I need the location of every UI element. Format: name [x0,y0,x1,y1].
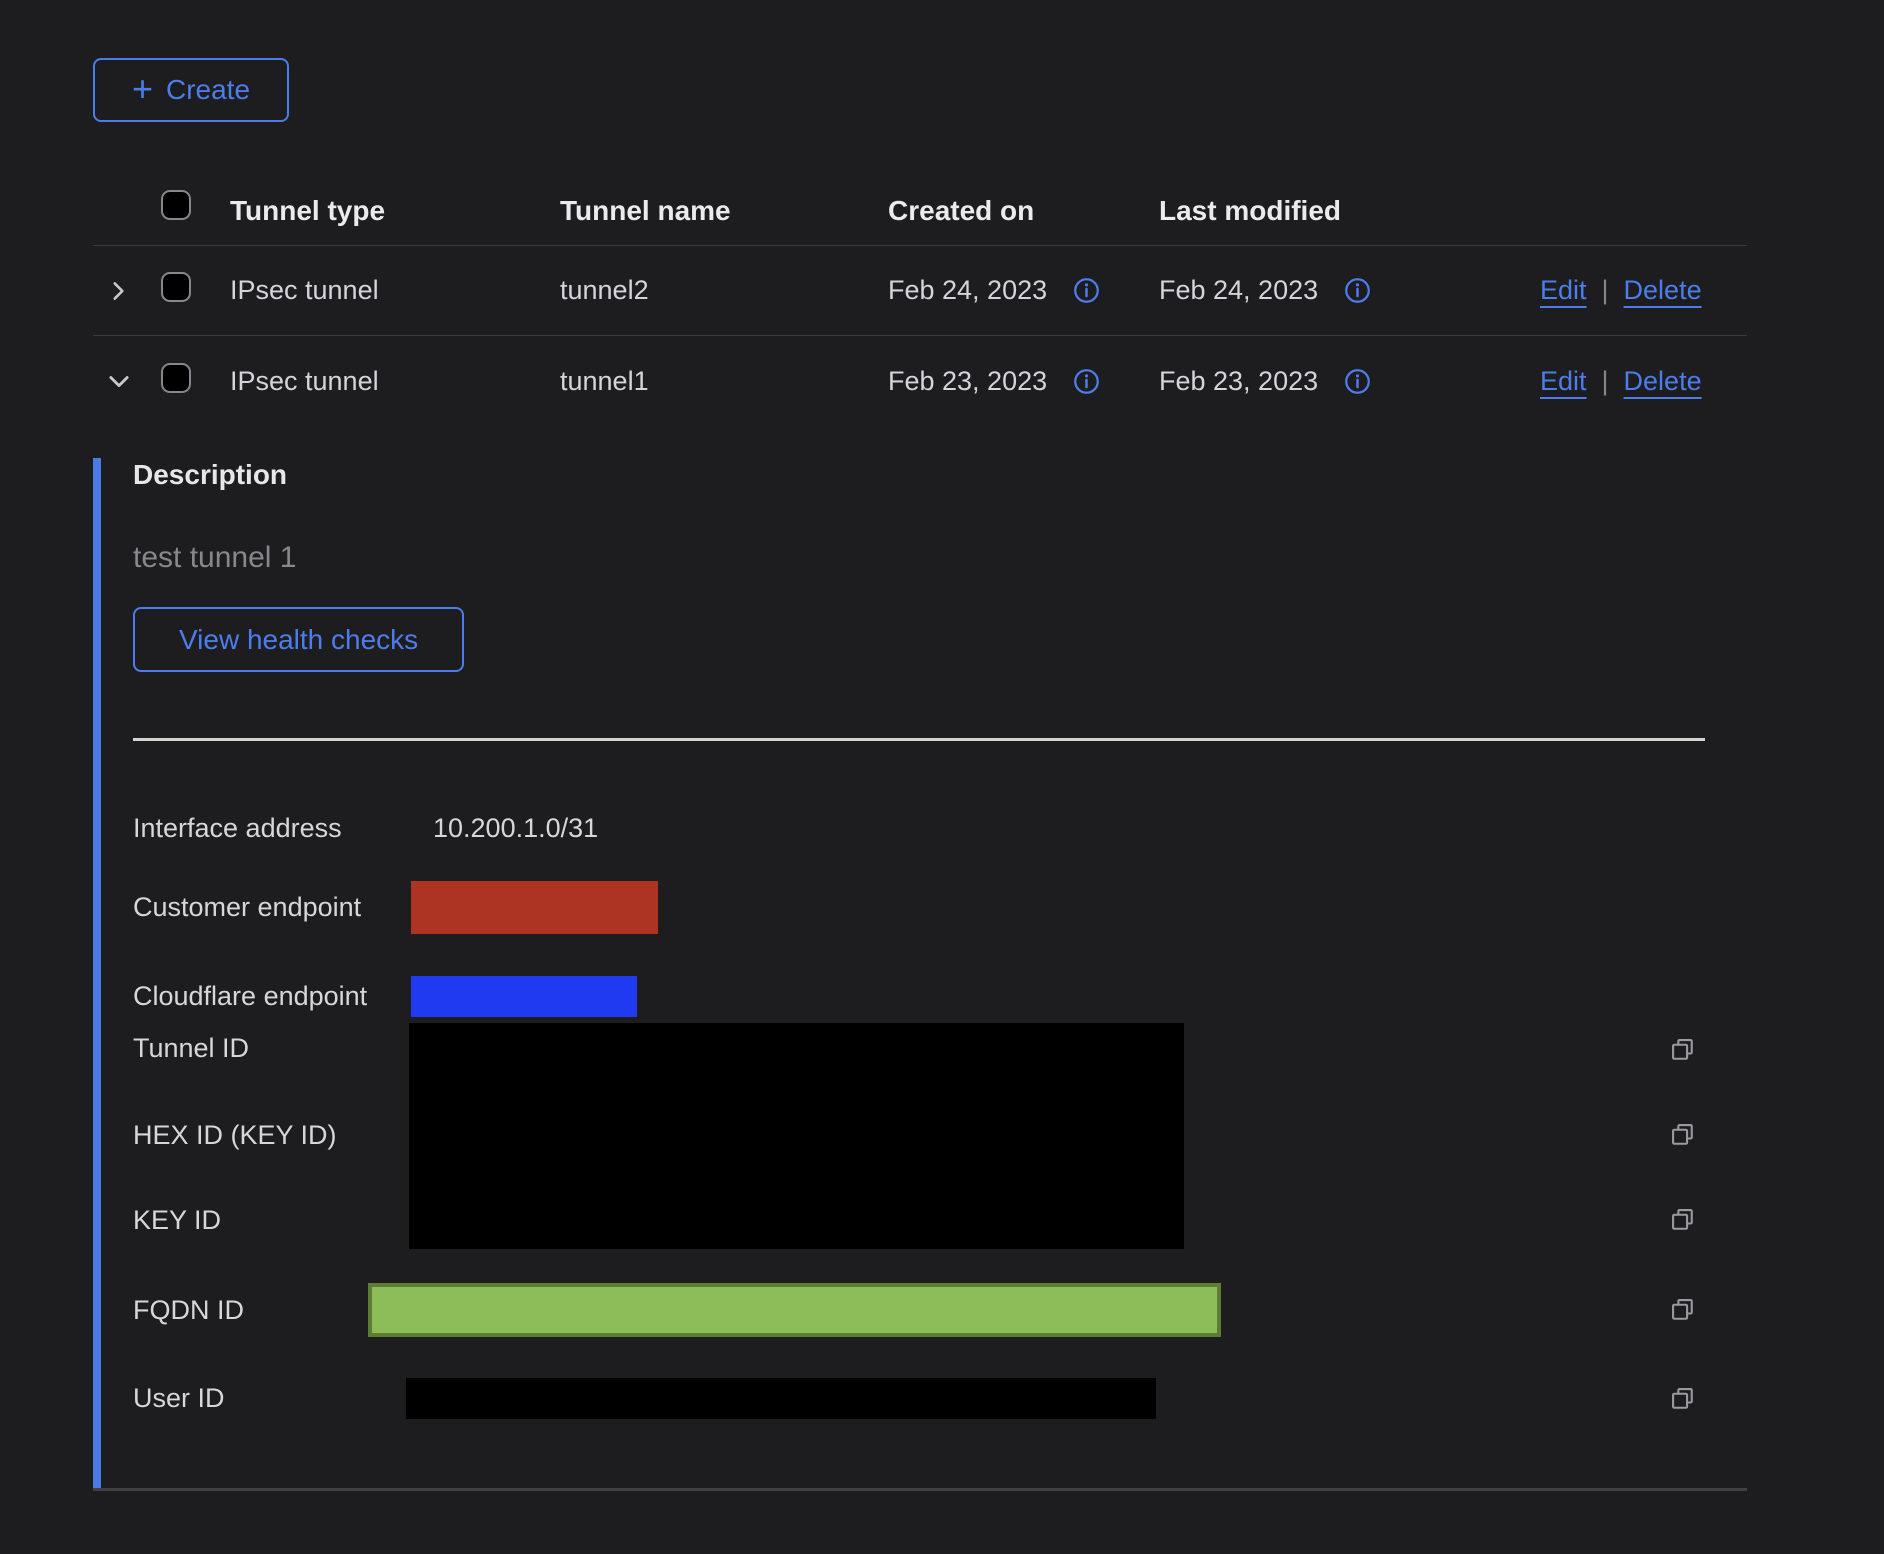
id-values-redaction [409,1023,1184,1249]
description-value: test tunnel 1 [133,540,1747,576]
select-all-checkbox[interactable] [161,190,191,220]
cell-tunnel-name: tunnel1 [560,366,888,397]
actions-separator: | [1602,275,1609,306]
create-button[interactable]: + Create [93,58,289,122]
customer-endpoint-redaction [411,881,658,934]
customer-endpoint-label: Customer endpoint [133,892,411,923]
user-id-redaction [406,1378,1156,1419]
delete-link[interactable]: Delete [1624,366,1702,397]
tunnels-page: + Create Tunnel type Tunnel name Created… [93,0,1747,1491]
column-header-tunnel-name: Tunnel name [560,195,888,245]
copy-key-id-button[interactable] [1669,1206,1697,1234]
copy-user-id-button[interactable] [1669,1385,1697,1413]
table-row: IPsec tunnel tunnel1 Feb 23, 2023 Feb 23… [93,336,1747,426]
chevron-right-icon [105,278,131,304]
interface-address-value: 10.200.1.0/31 [433,813,598,844]
copy-fqdn-id-button[interactable] [1669,1296,1697,1324]
cell-tunnel-type: IPsec tunnel [230,366,560,397]
actions-separator: | [1602,366,1609,397]
fqdn-id-label: FQDN ID [133,1295,368,1326]
table-header: Tunnel type Tunnel name Created on Last … [93,122,1747,246]
edit-link[interactable]: Edit [1540,275,1587,306]
column-header-created-on: Created on [888,195,1159,245]
collapse-row-button[interactable] [105,367,133,395]
cell-tunnel-type: IPsec tunnel [230,275,560,306]
copy-icon [1669,1206,1697,1234]
interface-address-label: Interface address [133,813,433,844]
cell-tunnel-name: tunnel2 [560,275,888,306]
table-row: IPsec tunnel tunnel2 Feb 24, 2023 Feb 24… [93,246,1747,336]
field-cloudflare-endpoint: Cloudflare endpoint [133,976,1747,1017]
info-icon [1073,277,1100,304]
table-bottom-divider [93,1488,1747,1491]
hex-id-label: HEX ID (KEY ID) [133,1118,337,1152]
expand-row-button[interactable] [105,278,131,304]
copy-tunnel-id-button[interactable] [1669,1036,1697,1064]
field-customer-endpoint: Customer endpoint [133,881,1747,934]
cell-created-on: Feb 24, 2023 [888,275,1047,306]
cell-last-modified: Feb 23, 2023 [1159,366,1318,397]
created-info-button[interactable] [1073,368,1100,395]
created-info-button[interactable] [1073,277,1100,304]
cell-created-on: Feb 23, 2023 [888,366,1047,397]
info-icon [1344,368,1371,395]
description-label: Description [133,458,1747,492]
cloudflare-endpoint-redaction [411,976,637,1017]
modified-info-button[interactable] [1344,277,1371,304]
field-id-group: Tunnel ID HEX ID (KEY ID) KEY ID [133,1023,1747,1249]
row-checkbox[interactable] [161,363,191,393]
cell-last-modified: Feb 24, 2023 [1159,275,1318,306]
cloudflare-endpoint-label: Cloudflare endpoint [133,981,411,1012]
header-chevron-spacer [93,227,161,245]
copy-icon [1669,1385,1697,1413]
tunnel-id-label: Tunnel ID [133,1031,249,1065]
modified-info-button[interactable] [1344,368,1371,395]
delete-link[interactable]: Delete [1624,275,1702,306]
info-icon [1073,368,1100,395]
chevron-down-icon [105,367,133,395]
field-user-id: User ID [133,1378,1747,1419]
panel-divider [133,738,1705,741]
tunnel-detail-panel: Description test tunnel 1 View health ch… [93,458,1747,1488]
edit-link[interactable]: Edit [1540,366,1587,397]
copy-icon [1669,1036,1697,1064]
field-fqdn-id: FQDN ID [133,1283,1747,1337]
copy-icon [1669,1121,1697,1149]
create-button-label: Create [166,74,250,106]
row-checkbox[interactable] [161,272,191,302]
copy-hex-id-button[interactable] [1669,1121,1697,1149]
view-health-checks-button[interactable]: View health checks [133,607,464,672]
field-interface-address: Interface address 10.200.1.0/31 [133,808,1747,848]
column-header-tunnel-type: Tunnel type [230,195,560,245]
copy-icon [1669,1296,1697,1324]
info-icon [1344,277,1371,304]
column-header-last-modified: Last modified [1159,195,1540,245]
fqdn-id-redaction [368,1283,1221,1337]
key-id-label: KEY ID [133,1203,221,1237]
user-id-label: User ID [133,1383,406,1414]
plus-icon: + [132,71,153,107]
